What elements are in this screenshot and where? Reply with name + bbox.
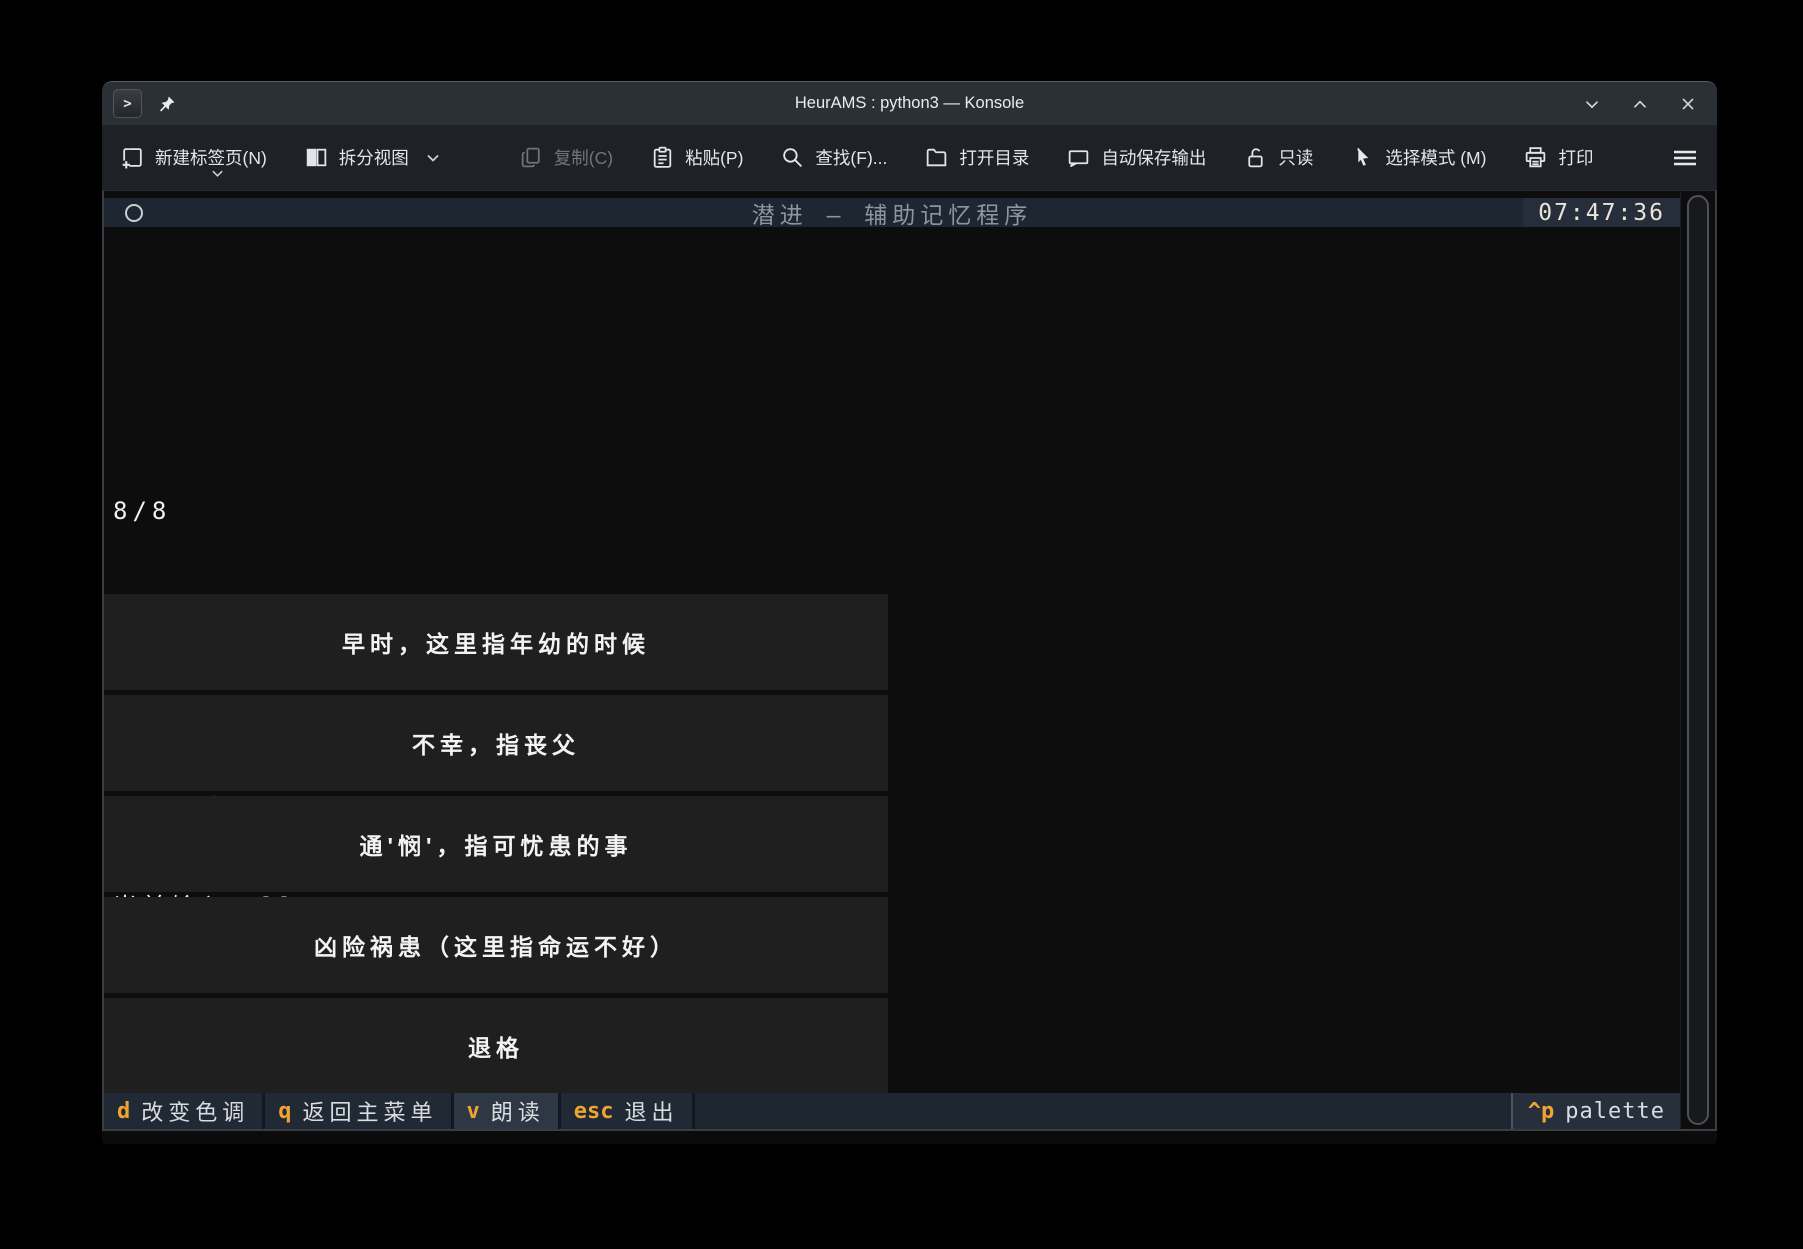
konsole-window: > HeurAMS : python3 — Konsole xyxy=(102,81,1717,1144)
copy-button[interactable]: 复制(C) xyxy=(519,145,613,170)
option-button-4[interactable]: 凶险祸患（这里指命运不好） xyxy=(104,897,888,993)
print-label: 打印 xyxy=(1558,145,1593,170)
hamburger-icon xyxy=(1671,146,1699,170)
printer-icon xyxy=(1523,145,1548,170)
split-view-dropdown-icon[interactable] xyxy=(426,153,440,163)
split-view-button[interactable]: 拆分视图 xyxy=(304,145,440,170)
close-button[interactable] xyxy=(1677,93,1699,115)
copy-icon xyxy=(519,145,544,170)
tui-header: 潜进 — 辅助记忆程序 07:47:36 xyxy=(104,198,1680,227)
title-bar: > HeurAMS : python3 — Konsole xyxy=(102,81,1717,125)
option-button-1[interactable]: 早时，这里指年幼的时候 xyxy=(104,594,888,690)
new-tab-button[interactable]: 新建标签页(N) xyxy=(120,145,267,170)
select-mode-label: 选择模式 (M) xyxy=(1385,145,1486,170)
statusbar-key-q[interactable]: q 返回主菜单 xyxy=(265,1093,453,1129)
auto-save-output-label: 自动保存输出 xyxy=(1101,145,1206,170)
menu-button[interactable] xyxy=(1671,146,1699,170)
option-list: 早时，这里指年幼的时候 不幸，指丧父 通'悯'，指可忧患的事 凶险祸患（这里指命… xyxy=(104,594,888,1094)
auto-save-output-button[interactable]: 自动保存输出 xyxy=(1066,145,1206,170)
key-hint: d xyxy=(117,1099,130,1124)
statusbar-key-d[interactable]: d 改变色调 xyxy=(104,1093,265,1129)
key-label: 退出 xyxy=(625,1095,679,1127)
statusbar-key-v[interactable]: v 朗读 xyxy=(454,1093,561,1129)
option-button-backspace[interactable]: 退格 xyxy=(104,998,888,1094)
open-directory-label: 打开目录 xyxy=(959,145,1029,170)
key-hint: q xyxy=(278,1099,291,1124)
option-button-2[interactable]: 不幸，指丧父 xyxy=(104,695,888,791)
split-view-label: 拆分视图 xyxy=(339,145,409,170)
statusbar-palette[interactable]: ^p palette xyxy=(1511,1093,1680,1129)
lock-open-icon xyxy=(1243,145,1268,170)
copy-label: 复制(C) xyxy=(554,145,613,170)
toolbar: 新建标签页(N) 拆分视图 复制(C) xyxy=(102,125,1717,190)
statusbar-key-esc[interactable]: esc 退出 xyxy=(561,1093,695,1129)
option-button-3[interactable]: 通'悯'，指可忧患的事 xyxy=(104,796,888,892)
new-tab-icon xyxy=(120,145,145,170)
key-label: 朗读 xyxy=(491,1095,545,1127)
new-tab-dropdown-icon[interactable] xyxy=(211,162,224,183)
key-hint: esc xyxy=(574,1099,614,1124)
open-directory-button[interactable]: 打开目录 xyxy=(924,145,1029,170)
tui-clock: 07:47:36 xyxy=(1523,198,1680,227)
select-cursor-icon xyxy=(1350,145,1375,170)
paste-label: 粘贴(P) xyxy=(685,145,743,170)
find-button[interactable]: 查找(F)... xyxy=(780,145,887,170)
read-only-button[interactable]: 只读 xyxy=(1243,145,1313,170)
search-icon xyxy=(780,145,805,170)
status-bar: d 改变色调 q 返回主菜单 v 朗读 esc 退出 ^p palette xyxy=(104,1093,1680,1129)
key-label: palette xyxy=(1565,1099,1665,1124)
record-circle-icon xyxy=(125,204,143,222)
key-label: 改变色调 xyxy=(141,1095,249,1127)
terminal-tab-icon: > xyxy=(113,89,142,118)
paste-icon xyxy=(650,145,675,170)
split-view-icon xyxy=(304,145,329,170)
pin-icon[interactable] xyxy=(157,94,177,114)
scrollbar-track[interactable] xyxy=(1680,191,1715,1129)
print-button[interactable]: 打印 xyxy=(1523,145,1593,170)
terminal-view: 潜进 — 辅助记忆程序 07:47:36 8/8 臣密言：臣以险衅，夙遭闵凶. … xyxy=(102,190,1717,1131)
read-only-label: 只读 xyxy=(1278,145,1313,170)
select-mode-button[interactable]: 选择模式 (M) xyxy=(1350,145,1486,170)
key-hint: ^p xyxy=(1528,1099,1555,1124)
tui-title: 潜进 — 辅助记忆程序 xyxy=(752,196,1033,230)
minimize-button[interactable] xyxy=(1581,93,1603,115)
key-hint: v xyxy=(467,1099,480,1124)
progress-line: 8/8 xyxy=(113,495,509,528)
find-label: 查找(F)... xyxy=(815,145,887,170)
window-title: HeurAMS : python3 — Konsole xyxy=(795,94,1024,113)
auto-save-output-icon xyxy=(1066,145,1091,170)
paste-button[interactable]: 粘贴(P) xyxy=(650,145,743,170)
key-label: 返回主菜单 xyxy=(303,1095,438,1127)
maximize-button[interactable] xyxy=(1629,93,1651,115)
scrollbar-thumb[interactable] xyxy=(1687,195,1709,1125)
folder-open-icon xyxy=(924,145,949,170)
